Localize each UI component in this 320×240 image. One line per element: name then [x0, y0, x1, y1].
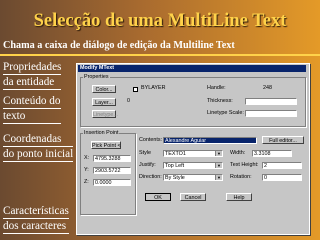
- help-button[interactable]: Help: [226, 193, 252, 201]
- contents-label: Contents:: [139, 137, 163, 143]
- thickness-label: Thickness:: [207, 98, 233, 104]
- linetype-scale-field[interactable]: [245, 110, 297, 117]
- direction-label: Direction:: [139, 174, 162, 180]
- contents-field[interactable]: Alexandre Aguiar: [163, 137, 257, 144]
- y-field[interactable]: 2903.5722: [93, 167, 131, 174]
- label-line: Conteúdo do: [3, 95, 61, 109]
- label-entity-properties: Propriedades da entidade: [3, 60, 62, 90]
- label-line: da entidade: [3, 75, 62, 90]
- full-editor-button[interactable]: Full editor...: [262, 136, 304, 144]
- linetype-button[interactable]: Linetype...: [92, 110, 118, 118]
- label-line: Propriedades: [3, 61, 62, 75]
- slide-subtitle: Chama a caixa de diálogo de edição da Mu…: [3, 40, 235, 51]
- color-swatch: [133, 87, 138, 92]
- layer-value: 0: [127, 98, 130, 104]
- properties-group-label: Properties: [83, 74, 110, 80]
- x-label: X:: [84, 155, 90, 161]
- justify-select[interactable]: Top Left ▼: [163, 162, 223, 169]
- layer-button[interactable]: Layer...: [92, 98, 116, 106]
- chevron-down-icon: ▼: [215, 175, 222, 180]
- color-value: BYLAYER: [141, 85, 166, 91]
- width-label: Width:: [230, 150, 246, 156]
- title-divider: [0, 54, 320, 56]
- width-field[interactable]: 3.3108: [252, 150, 292, 157]
- label-insertion-coordinates: Coordenadas do ponto inicial: [3, 132, 74, 162]
- y-label: Y:: [84, 167, 89, 173]
- slide-title: Selecção de uma MultiLine Text: [33, 11, 287, 31]
- z-label: Z:: [84, 179, 89, 185]
- direction-select[interactable]: By Style ▼: [163, 174, 223, 181]
- rotation-field[interactable]: 0: [262, 174, 302, 181]
- chevron-down-icon: ▼: [215, 151, 222, 156]
- rotation-label: Rotation:: [230, 174, 252, 180]
- cancel-button[interactable]: Cancel: [180, 193, 206, 201]
- chevron-down-icon: ▼: [215, 163, 222, 168]
- handle-label: Handle:: [207, 85, 226, 91]
- label-line: Características: [3, 205, 69, 219]
- style-value: TEXTO1: [165, 151, 186, 157]
- label-line: dos caracteres: [3, 219, 69, 234]
- z-field[interactable]: 0.0000: [93, 179, 131, 186]
- label-line: Coordenadas: [3, 132, 74, 147]
- ok-button[interactable]: OK: [145, 193, 171, 201]
- modify-mtext-dialog: Modify MText Properties Color... BYLAYER…: [76, 63, 310, 235]
- text-height-label: Text Height:: [230, 162, 259, 168]
- insertion-point-group-label: Insertion Point: [83, 130, 120, 136]
- slide: Selecção de uma MultiLine Text Chama a c…: [0, 0, 320, 240]
- thickness-field[interactable]: [245, 98, 297, 105]
- x-field[interactable]: 4795.3288: [93, 155, 131, 162]
- label-text-content: Conteúdo do texto: [3, 94, 61, 124]
- handle-value: 248: [263, 85, 272, 91]
- justify-value: Top Left: [165, 163, 185, 169]
- justify-label: Justify:: [139, 162, 156, 168]
- label-character-properties: Características dos caracteres: [3, 204, 69, 234]
- direction-value: By Style: [165, 175, 185, 181]
- dialog-title: Modify MText: [78, 65, 306, 72]
- text-height-field[interactable]: 2: [262, 162, 302, 169]
- color-button[interactable]: Color...: [92, 85, 116, 93]
- label-line: texto: [3, 109, 61, 124]
- style-label: Style: [139, 150, 151, 156]
- style-select[interactable]: TEXTO1 ▼: [163, 150, 223, 157]
- pick-point-button[interactable]: Pick Point <: [91, 141, 121, 149]
- label-line: do ponto inicial: [3, 148, 74, 162]
- linetype-scale-label: Linetype Scale:: [207, 110, 244, 116]
